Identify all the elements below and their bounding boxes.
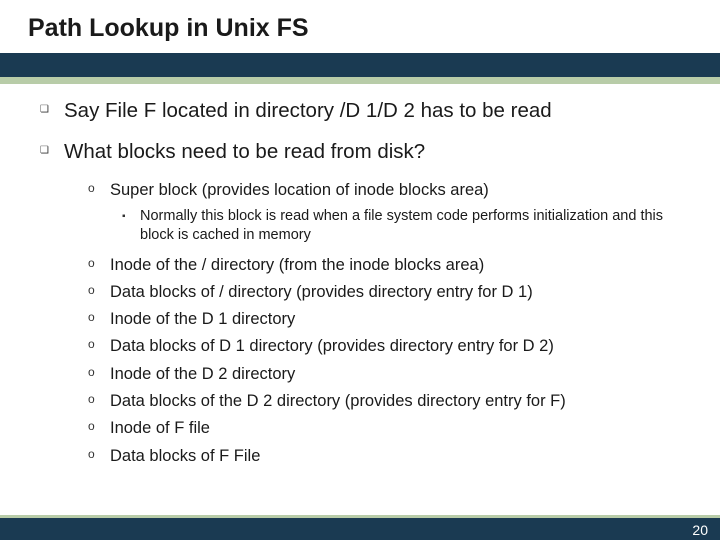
bullet-level2: o Data blocks of D 1 directory (provides… bbox=[88, 335, 692, 357]
bullet-text: Say File F located in directory /D 1/D 2… bbox=[64, 98, 552, 125]
bullet-text: Inode of the D 2 directory bbox=[110, 363, 295, 385]
slide-header: Path Lookup in Unix FS bbox=[0, 0, 720, 53]
header-bar-dark bbox=[0, 53, 720, 77]
circle-bullet-icon: o bbox=[88, 392, 98, 406]
circle-bullet-icon: o bbox=[88, 283, 98, 297]
bullet-text: Inode of the / directory (from the inode… bbox=[110, 254, 484, 276]
bullet-level1: ❏ Say File F located in directory /D 1/D… bbox=[40, 98, 692, 125]
bullet-level2: o Inode of F file bbox=[88, 417, 692, 439]
bullet-level2: o Data blocks of the D 2 directory (prov… bbox=[88, 390, 692, 412]
square-bullet-icon: ❏ bbox=[40, 104, 50, 115]
bullet-level2: o Data blocks of / directory (provides d… bbox=[88, 281, 692, 303]
slide-content: ❏ Say File F located in directory /D 1/D… bbox=[0, 84, 720, 467]
circle-bullet-icon: o bbox=[88, 365, 98, 379]
bullet-text: Inode of the D 1 directory bbox=[110, 308, 295, 330]
bullet-text: Data blocks of F File bbox=[110, 445, 260, 467]
circle-bullet-icon: o bbox=[88, 419, 98, 433]
circle-bullet-icon: o bbox=[88, 447, 98, 461]
bullet-text: Super block (provides location of inode … bbox=[110, 179, 489, 201]
square-bullet-icon: ❏ bbox=[40, 145, 50, 156]
bullet-text: Inode of F file bbox=[110, 417, 210, 439]
footer-bar: 20 bbox=[0, 518, 720, 540]
square-bullet-icon: ▪ bbox=[122, 211, 130, 222]
bullet-text: What blocks need to be read from disk? bbox=[64, 139, 425, 166]
bullet-level3: ▪ Normally this block is read when a fil… bbox=[122, 207, 692, 246]
bullet-text: Normally this block is read when a file … bbox=[140, 207, 692, 246]
bullet-text: Data blocks of the D 2 directory (provid… bbox=[110, 390, 566, 412]
header-bar-light bbox=[0, 77, 720, 84]
circle-bullet-icon: o bbox=[88, 337, 98, 351]
bullet-level2: o Inode of the D 2 directory bbox=[88, 363, 692, 385]
circle-bullet-icon: o bbox=[88, 310, 98, 324]
bullet-level1: ❏ What blocks need to be read from disk? bbox=[40, 139, 692, 166]
circle-bullet-icon: o bbox=[88, 256, 98, 270]
bullet-text: Data blocks of D 1 directory (provides d… bbox=[110, 335, 554, 357]
circle-bullet-icon: o bbox=[88, 181, 98, 195]
sublist: o Super block (provides location of inod… bbox=[40, 179, 692, 467]
subsublist: ▪ Normally this block is read when a fil… bbox=[88, 207, 692, 246]
slide-title: Path Lookup in Unix FS bbox=[28, 14, 720, 53]
bullet-level2: o Super block (provides location of inod… bbox=[88, 179, 692, 201]
page-number: 20 bbox=[692, 522, 708, 538]
bullet-level2: o Data blocks of F File bbox=[88, 445, 692, 467]
bullet-level2: o Inode of the D 1 directory bbox=[88, 308, 692, 330]
bullet-level2: o Inode of the / directory (from the ino… bbox=[88, 254, 692, 276]
bullet-text: Data blocks of / directory (provides dir… bbox=[110, 281, 533, 303]
